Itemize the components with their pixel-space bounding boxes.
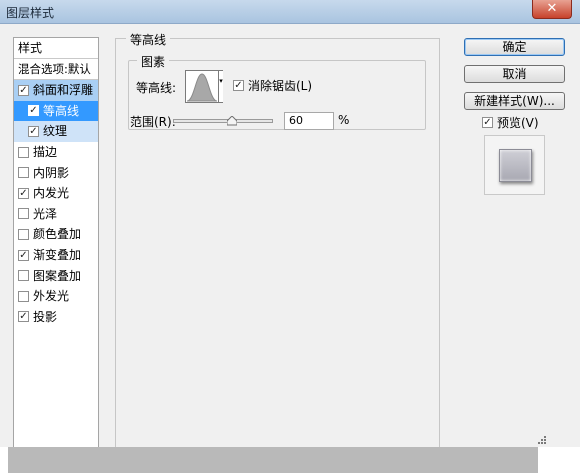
sidebar-item-color-overlay[interactable]: 颜色叠加 [14,224,98,245]
close-button[interactable]: ✕ [532,0,572,19]
sidebar-item-label: 外发光 [33,289,70,304]
sidebar-item-label: 纹理 [43,124,68,139]
inner-shadow-checkbox[interactable] [18,167,29,179]
sidebar-item-contour[interactable]: ✓ 等高线 [14,100,98,122]
dropdown-arrow-icon[interactable]: ▾ [218,71,223,102]
range-slider[interactable] [173,116,273,126]
sidebar-item-inner-shadow[interactable]: 内阴影 [14,162,98,183]
pattern-overlay-checkbox[interactable] [18,270,29,282]
sidebar-item-label: 内阴影 [33,165,70,180]
window-title: 图层样式 [6,6,55,20]
preview-swatch [499,149,532,182]
range-label: 范围(R): [130,115,176,129]
texture-checkbox[interactable]: ✓ [28,125,39,137]
range-slider-thumb[interactable] [226,116,237,126]
sidebar-item-bevel-emboss[interactable]: ✓ 斜面和浮雕 [14,80,98,101]
inner-glow-checkbox[interactable]: ✓ [18,187,29,199]
dialog-body: 样式 混合选项:默认 ✓ 斜面和浮雕 ✓ 等高线 ✓ 纹理 描边 内阴影 ✓ 内… [8,31,572,452]
satin-checkbox[interactable] [18,208,29,220]
sidebar-item-label: 内发光 [33,186,70,201]
resize-grip-icon[interactable] [534,434,548,448]
bottom-strip-shade [8,447,538,473]
sidebar-item-pattern-overlay[interactable]: 图案叠加 [14,265,98,286]
title-bar[interactable]: 图层样式 ✕ [0,0,580,24]
new-style-button[interactable]: 新建样式(W)... [464,92,565,110]
stroke-checkbox[interactable] [18,146,29,158]
style-preview [484,135,545,195]
contour-group-title: 等高线 [126,31,171,48]
preview-toggle[interactable]: ✓ 预览(V) [482,114,539,131]
sidebar-item-label: 斜面和浮雕 [33,83,94,98]
outer-glow-checkbox[interactable] [18,290,29,302]
contour-curve-icon [186,73,218,102]
sidebar-item-label: 光泽 [33,206,58,221]
range-input[interactable]: 60 [284,112,334,130]
sidebar-item-stroke[interactable]: 描边 [14,142,98,163]
ok-button[interactable]: 确定 [464,38,565,56]
bevel-emboss-checkbox[interactable]: ✓ [18,84,29,96]
sidebar-item-texture[interactable]: ✓ 纹理 [14,121,98,142]
contour-checkbox[interactable]: ✓ [28,105,39,117]
sidebar-item-outer-glow[interactable]: 外发光 [14,286,98,307]
sidebar-item-label: 颜色叠加 [33,227,82,242]
layer-style-dialog: 图层样式 ✕ 样式 混合选项:默认 ✓ 斜面和浮雕 ✓ 等高线 ✓ 纹理 描边 [0,0,580,473]
antialias-checkbox[interactable]: ✓ [233,80,244,91]
elements-group-title: 图素 [137,53,170,70]
sidebar-item-label: 图案叠加 [33,268,82,283]
sidebar-item-label: 渐变叠加 [33,248,82,263]
sidebar-item-drop-shadow[interactable]: ✓ 投影 [14,307,98,328]
sidebar-item-label: 描边 [33,145,58,160]
drop-shadow-checkbox[interactable]: ✓ [18,311,29,323]
preview-label: 预览(V) [497,116,539,130]
styles-list: 样式 混合选项:默认 ✓ 斜面和浮雕 ✓ 等高线 ✓ 纹理 描边 内阴影 ✓ 内… [13,37,99,452]
sidebar-item-satin[interactable]: 光泽 [14,204,98,225]
sidebar-item-inner-glow[interactable]: ✓ 内发光 [14,183,98,204]
antialias-toggle[interactable]: ✓ 消除锯齿(L) [233,77,312,94]
cancel-button[interactable]: 取消 [464,65,565,83]
color-overlay-checkbox[interactable] [18,228,29,240]
gradient-overlay-checkbox[interactable]: ✓ [18,249,29,261]
close-icon: ✕ [546,1,558,16]
preview-checkbox[interactable]: ✓ [482,117,493,128]
contour-picker[interactable]: ▾ [185,70,223,103]
range-unit: % [338,113,350,127]
sidebar-item-label: 投影 [33,309,58,324]
contour-label: 等高线: [136,81,177,95]
sidebar-item-gradient-overlay[interactable]: ✓ 渐变叠加 [14,245,98,266]
styles-header[interactable]: 样式 [14,38,98,59]
blend-options-item[interactable]: 混合选项:默认 [14,59,98,80]
antialias-label: 消除锯齿(L) [248,79,313,93]
contour-group: 等高线 图素 等高线: ▾ ✓ 消除锯齿(L) 范围(R): 60 % [115,31,440,452]
sidebar-item-label: 等高线 [43,103,80,118]
